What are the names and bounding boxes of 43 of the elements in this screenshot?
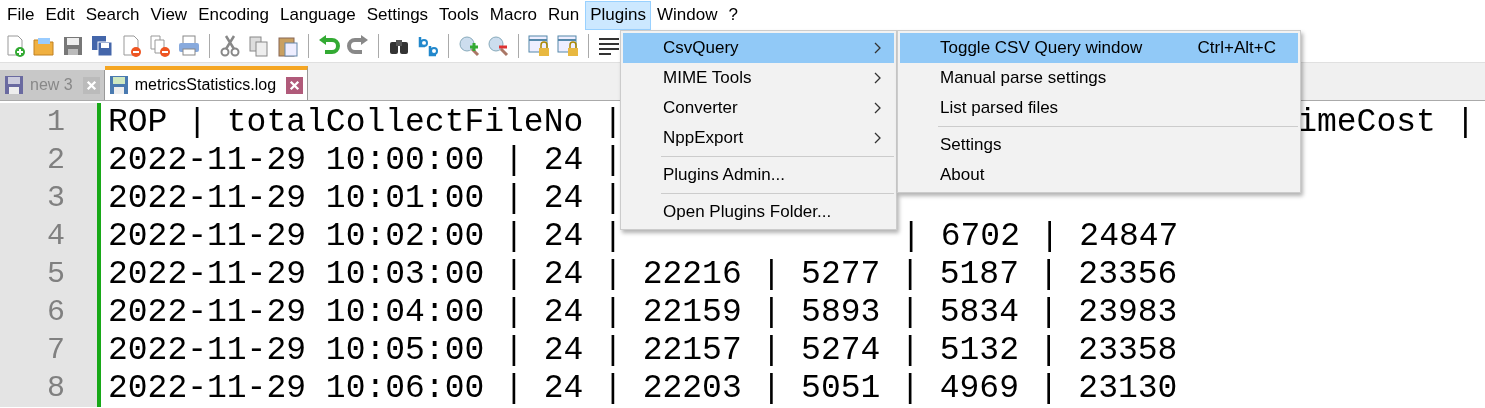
menu-item[interactable]: CsvQuery [623, 33, 894, 63]
menu-item[interactable]: Toggle CSV Query window Ctrl+Alt+C [900, 33, 1298, 63]
code-text: ROP | totalCollectFileNo | [108, 103, 623, 141]
menu-item[interactable]: List parsed files [900, 93, 1298, 123]
line-number: 4 [47, 219, 65, 253]
menu-item[interactable]: Settings [900, 130, 1298, 160]
menu-bar-item[interactable]: Tools [434, 0, 484, 30]
file-tab[interactable]: metricsStatistics.log [104, 66, 309, 100]
menu-bar-item[interactable]: Plugins [585, 0, 651, 30]
code-text: 2022-11-29 10:04:00 | 24 | 22159 | 5893 | 5834 | 23983 [108, 293, 1178, 331]
line-number: 3 [47, 181, 65, 215]
code-text: 2022-11-29 10:03:00 | 24 | 22216 | 5277 | 5187 | 23356 [108, 255, 1178, 293]
menu-item[interactable]: Converter [623, 93, 894, 123]
code-text: 2022-11-29 10:06:00 | 24 | 22203 | 5051 | 4969 | 23130 [108, 369, 1178, 407]
menu-bar-item[interactable]: Macro [484, 0, 542, 30]
code-text: 2022-11-29 10:05:00 | 24 | 22157 | 5274 | 5132 | 23358 [108, 331, 1178, 369]
menu-item[interactable]: NppExport [623, 123, 894, 153]
line-number: 7 [47, 333, 65, 367]
menu-bar-item[interactable]: Run [543, 0, 585, 30]
code-text: 2022-11-29 10:02:00 | 24 | [108, 217, 623, 255]
menu-bar-item[interactable]: View [145, 0, 193, 30]
menu-bar-item[interactable]: File [2, 0, 40, 30]
code-text: imeCost | [1297, 104, 1476, 141]
menu-bar-item[interactable]: Language [275, 0, 361, 30]
menu-item[interactable]: MIME Tools [623, 63, 894, 93]
line-number: 8 [47, 371, 65, 405]
line-number: 2 [47, 143, 65, 177]
menu-item[interactable]: Plugins Admin... [623, 160, 894, 190]
line-number: 6 [47, 295, 65, 329]
menu-bar-item[interactable]: ? [723, 0, 743, 30]
code-text: 2022-11-29 10:01:00 | 24 | [108, 179, 623, 217]
code-text: | 6702 | 24847 [901, 218, 1179, 255]
line-number: 5 [47, 257, 65, 291]
menu-item[interactable]: Open Plugins Folder... [623, 197, 894, 227]
menu-bar-item[interactable]: Settings [361, 0, 434, 30]
line-number: 1 [47, 105, 65, 139]
menu-bar-item[interactable]: Encoding [193, 0, 274, 30]
menu-bar-item[interactable]: Search [80, 0, 145, 30]
menu-bar-item[interactable]: Edit [40, 0, 80, 30]
menu-bar-item[interactable]: Window [651, 0, 723, 30]
code-text: 2022-11-29 10:00:00 | 24 | [108, 141, 623, 179]
menu-item[interactable]: About [900, 160, 1298, 190]
menu-item[interactable]: Manual parse settings [900, 63, 1298, 93]
